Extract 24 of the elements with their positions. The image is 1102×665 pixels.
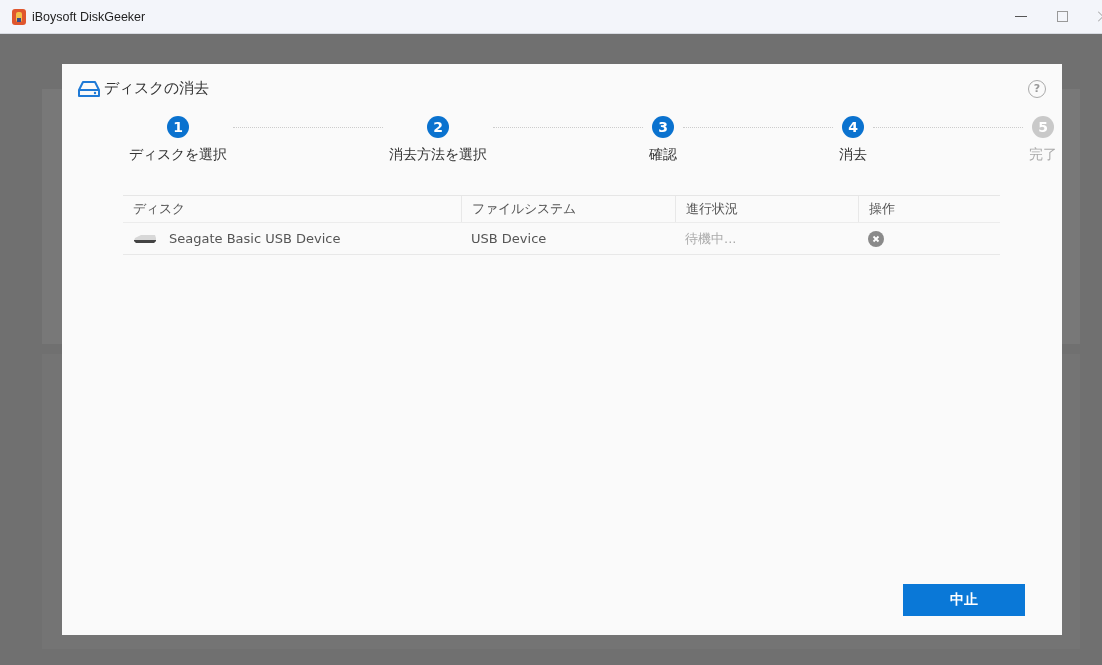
step-number: 4 — [842, 116, 864, 138]
step-label: 確認 — [649, 146, 677, 164]
step-label: 完了 — [1029, 146, 1057, 164]
step-number: 1 — [167, 116, 189, 138]
table-cell: Seagate Basic USB Device — [169, 231, 341, 246]
dialog-title: ディスクの消去 — [104, 79, 210, 98]
step-label: ディスクを選択 — [129, 146, 227, 164]
table-cell: 待機中... — [675, 222, 858, 255]
minimize-icon[interactable] — [1015, 15, 1027, 18]
table-cell: USB Device — [461, 222, 675, 255]
app-logo-icon — [12, 8, 26, 25]
window-title: iBoysoft DiskGeeker — [32, 9, 147, 24]
cancel-icon[interactable] — [868, 230, 884, 247]
step-label: 消去方法を選択 — [389, 146, 487, 164]
maximize-icon[interactable] — [1057, 11, 1068, 22]
step-number: 2 — [427, 116, 449, 138]
column-header: ディスク — [123, 195, 461, 223]
stop-button[interactable]: 中止 — [903, 584, 1025, 616]
column-header: 操作 — [858, 195, 1000, 223]
column-header: ファイルシステム — [461, 195, 675, 223]
step-number: 3 — [652, 116, 674, 138]
drive-icon — [78, 79, 100, 98]
step-label: 消去 — [839, 146, 867, 164]
column-header: 進行状況 — [675, 195, 858, 223]
